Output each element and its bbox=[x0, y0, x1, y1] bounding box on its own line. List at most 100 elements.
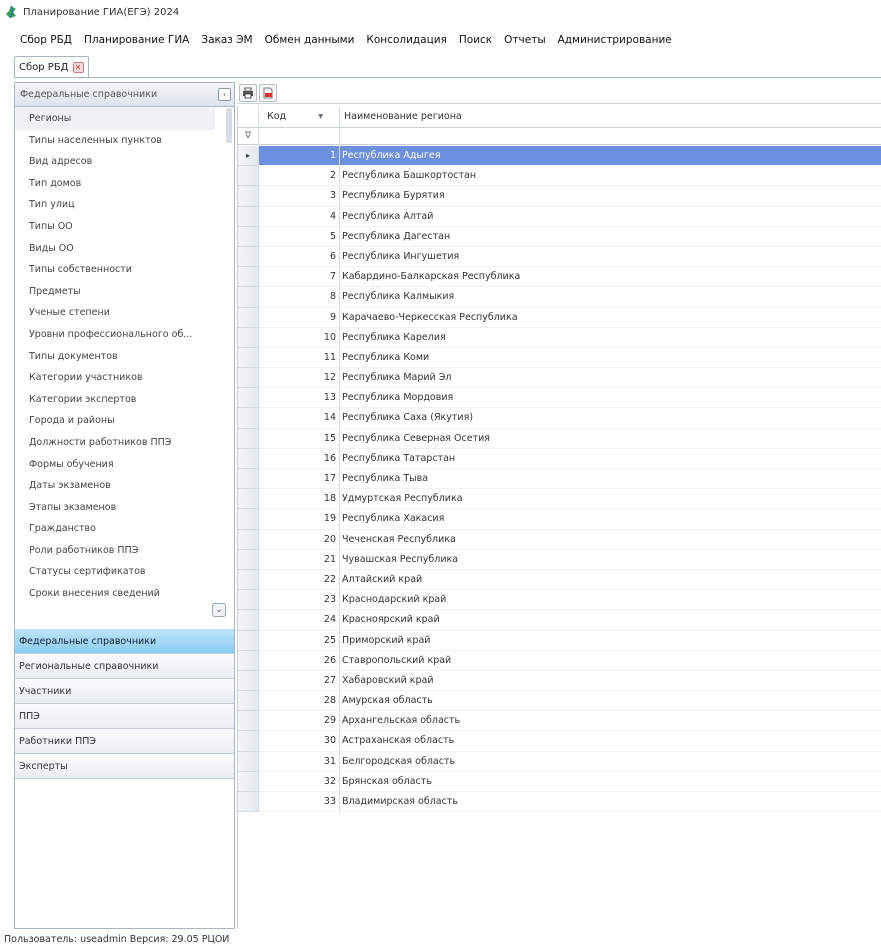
cell-code[interactable]: 22 bbox=[259, 569, 340, 591]
row-indicator[interactable] bbox=[238, 610, 259, 631]
row-indicator[interactable] bbox=[238, 469, 259, 490]
cell-region-name[interactable]: Владимирская область bbox=[340, 792, 881, 813]
cell-code[interactable]: 25 bbox=[259, 630, 340, 651]
menu-consolidation[interactable]: Консолидация bbox=[360, 32, 452, 48]
column-header-code[interactable]: Код ▾ bbox=[259, 106, 340, 128]
table-row[interactable]: 10 Республика Карелия bbox=[238, 327, 881, 348]
cell-code[interactable]: 7 bbox=[259, 267, 340, 288]
cell-code[interactable]: 16 bbox=[259, 448, 340, 469]
cell-code[interactable]: 21 bbox=[259, 549, 340, 570]
cell-region-name[interactable]: Республика Бурятия bbox=[340, 186, 881, 207]
nav-item[interactable]: Тип улиц bbox=[15, 194, 215, 216]
cell-region-name[interactable]: Амурская область bbox=[340, 691, 881, 712]
cell-code[interactable]: 33 bbox=[259, 792, 340, 813]
row-indicator[interactable] bbox=[238, 206, 259, 227]
row-indicator[interactable] bbox=[238, 368, 259, 389]
cell-code[interactable]: 14 bbox=[259, 408, 340, 429]
table-row[interactable]: 15 Республика Северная Осетия bbox=[238, 428, 881, 449]
nav-item[interactable]: Гражданство bbox=[15, 518, 215, 540]
table-row[interactable]: 22 Алтайский край bbox=[238, 569, 881, 591]
table-row[interactable]: 3 Республика Бурятия bbox=[238, 186, 881, 207]
table-row[interactable]: 14 Республика Саха (Якутия) bbox=[238, 408, 881, 429]
nav-item[interactable]: Этапы экзаменов bbox=[15, 497, 215, 519]
menu-search[interactable]: Поиск bbox=[453, 32, 498, 48]
cell-code[interactable]: 6 bbox=[259, 246, 340, 268]
table-row[interactable]: 5 Республика Дагестан bbox=[238, 226, 881, 247]
table-row[interactable]: 29 Архангельская область bbox=[238, 711, 881, 732]
nav-item[interactable]: Типы собственности bbox=[15, 259, 215, 281]
nav-group-participants[interactable]: Участники bbox=[15, 679, 234, 704]
cell-region-name[interactable]: Карачаево-Черкесская Республика bbox=[340, 308, 881, 328]
cell-code[interactable]: 4 bbox=[259, 206, 340, 227]
cell-region-name[interactable]: Краснодарский край bbox=[340, 590, 881, 611]
filter-code-input[interactable] bbox=[259, 128, 340, 145]
cell-region-name[interactable]: Чеченская Республика bbox=[340, 530, 881, 550]
row-indicator[interactable] bbox=[238, 691, 259, 712]
export-button[interactable] bbox=[259, 83, 277, 102]
row-indicator[interactable] bbox=[238, 428, 259, 449]
table-row[interactable]: 7 Кабардино-Балкарская Республика bbox=[238, 267, 881, 288]
cell-region-name[interactable]: Республика Алтай bbox=[340, 207, 881, 227]
table-row[interactable]: 31 Белгородская область bbox=[238, 751, 881, 772]
collapse-left-icon[interactable]: ‹ bbox=[218, 88, 231, 101]
cell-region-name[interactable]: Чувашская Республика bbox=[340, 550, 881, 570]
nav-item[interactable]: Категории экспертов bbox=[15, 389, 215, 411]
nav-group-federal[interactable]: Федеральные справочники bbox=[15, 629, 234, 654]
cell-region-name[interactable]: Удмуртская Республика bbox=[340, 489, 881, 510]
tab-sbor-rbd[interactable]: Сбор РБД ✕ bbox=[14, 56, 89, 77]
table-row[interactable]: 23 Краснодарский край bbox=[238, 590, 881, 611]
cell-region-name[interactable]: Республика Калмыкия bbox=[340, 287, 881, 308]
table-row[interactable]: 2 Республика Башкортостан bbox=[238, 166, 881, 187]
column-header-name[interactable]: Наименование региона bbox=[340, 106, 881, 128]
cell-code[interactable]: 2 bbox=[259, 166, 340, 187]
row-indicator[interactable] bbox=[238, 186, 259, 207]
nav-item[interactable]: Виды ОО bbox=[15, 238, 215, 260]
table-row[interactable]: 33 Владимирская область bbox=[238, 792, 881, 813]
cell-region-name[interactable]: Республика Марий Эл bbox=[340, 368, 881, 389]
table-row[interactable]: 20 Чеченская Республика bbox=[238, 529, 881, 550]
table-row[interactable]: 32 Брянская область bbox=[238, 771, 881, 792]
nav-group-ppe-workers[interactable]: Работники ППЭ bbox=[15, 729, 234, 754]
row-indicator[interactable] bbox=[238, 509, 259, 530]
row-indicator[interactable] bbox=[238, 529, 259, 550]
row-indicator[interactable] bbox=[238, 327, 259, 348]
cell-code[interactable]: 9 bbox=[259, 307, 340, 328]
menu-sbor-rbd[interactable]: Сбор РБД bbox=[14, 32, 78, 48]
cell-region-name[interactable]: Ставропольский край bbox=[340, 651, 881, 671]
menu-data-exchange[interactable]: Обмен данными bbox=[259, 32, 361, 48]
nav-item[interactable]: Предметы bbox=[15, 281, 215, 303]
cell-region-name[interactable]: Астраханская область bbox=[340, 731, 881, 752]
row-indicator[interactable] bbox=[238, 267, 259, 288]
cell-region-name[interactable]: Республика Ингушетия bbox=[340, 247, 881, 268]
table-row[interactable]: 8 Республика Калмыкия bbox=[238, 287, 881, 308]
row-indicator[interactable] bbox=[238, 792, 259, 813]
nav-item[interactable]: Должности работников ППЭ bbox=[15, 432, 215, 454]
nav-item[interactable]: Тип домов bbox=[15, 173, 215, 195]
nav-item[interactable]: Ученые степени bbox=[15, 302, 215, 324]
cell-region-name[interactable]: Республика Мордовия bbox=[340, 388, 881, 409]
table-row[interactable]: 9 Карачаево-Черкесская Республика bbox=[238, 307, 881, 328]
nav-item[interactable]: Формы обучения bbox=[15, 454, 215, 476]
cell-code[interactable]: 31 bbox=[259, 751, 340, 772]
row-indicator[interactable]: ▸ bbox=[238, 146, 259, 167]
chevron-down-icon[interactable]: ⌄ bbox=[212, 603, 226, 617]
row-indicator[interactable] bbox=[238, 448, 259, 469]
cell-code[interactable]: 3 bbox=[259, 186, 340, 207]
table-row[interactable]: 24 Красноярский край bbox=[238, 610, 881, 631]
cell-code[interactable]: 11 bbox=[259, 347, 340, 369]
row-indicator[interactable] bbox=[238, 711, 259, 732]
table-row[interactable]: 11 Республика Коми bbox=[238, 347, 881, 369]
row-indicator[interactable] bbox=[238, 246, 259, 268]
table-row[interactable]: 16 Республика Татарстан bbox=[238, 448, 881, 469]
cell-code[interactable]: 19 bbox=[259, 509, 340, 530]
nav-group-regional[interactable]: Региональные справочники bbox=[15, 654, 234, 679]
menu-planning[interactable]: Планирование ГИА bbox=[78, 32, 195, 48]
cell-code[interactable]: 13 bbox=[259, 388, 340, 409]
row-indicator[interactable] bbox=[238, 771, 259, 792]
cell-code[interactable]: 1 bbox=[259, 146, 340, 167]
row-indicator[interactable] bbox=[238, 226, 259, 247]
nav-item[interactable]: Типы населенных пунктов bbox=[15, 130, 215, 152]
cell-region-name[interactable]: Красноярский край bbox=[340, 610, 881, 631]
table-row[interactable]: 27 Хабаровский край bbox=[238, 670, 881, 692]
row-indicator[interactable] bbox=[238, 549, 259, 570]
